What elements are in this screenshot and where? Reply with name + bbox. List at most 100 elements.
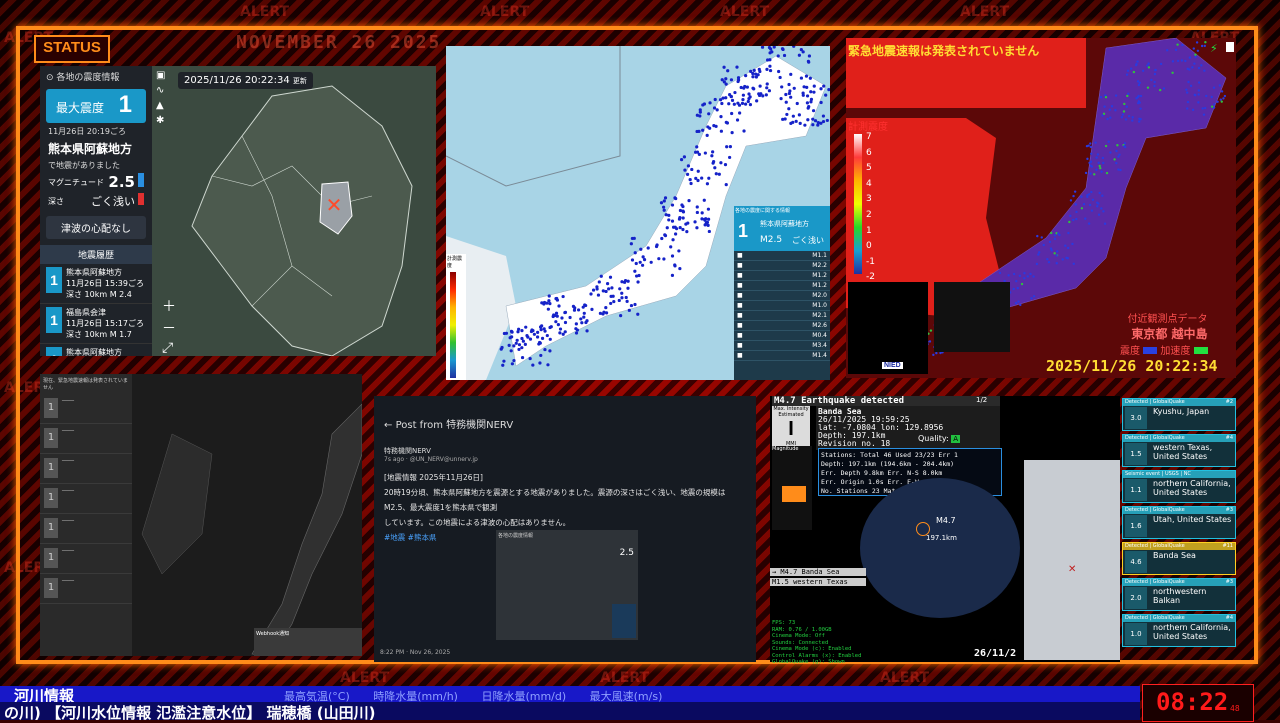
station-dot [531,363,535,367]
kyushu-map[interactable]: ✕ [152,66,436,356]
event-card[interactable]: Detected | GlobalQuake #4 1.5 western Texas… [1122,434,1236,467]
kmoni-dot [1120,116,1124,119]
station-dot [582,315,586,319]
layers-icon[interactable]: ▣ [156,70,170,81]
eew-status: 緊急地震速報は発表されていません [848,44,1040,58]
dark-list-item[interactable]: 1 ──── [40,574,132,604]
dark-list-item[interactable]: 1 ──── [40,544,132,574]
kmoni-dot [1102,210,1105,213]
post-inset [612,604,636,638]
gear-icon[interactable]: ✱ [156,115,170,126]
event-source: Detected | GlobalQuake [1125,579,1185,585]
kmoni-dot [1125,105,1128,108]
dark-list-item[interactable]: 1 ──── [40,484,132,514]
station-dot [736,76,741,80]
zoom-in-button[interactable]: ＋ [162,296,176,316]
station-dot [520,328,524,333]
station-dot [688,177,692,182]
gq-globe[interactable]: M4.7 197.1km [860,478,1020,618]
station-dot [590,307,594,311]
event-place: northwestern Balkan [1153,587,1207,605]
station-dot [787,82,791,87]
kmoni-dot [1203,69,1206,72]
post-header: ← Post from 特務機関NERV [384,420,514,431]
warning-icon[interactable]: ▲ [156,100,170,111]
station-dot [777,69,781,74]
station-dot [732,102,736,106]
station-dot [520,336,524,341]
webhook-toast[interactable]: Webhook通知 [254,628,362,656]
gq-list-item[interactable]: → M4.7 Banda Sea [770,568,866,576]
alert-text: ALERT [600,670,650,686]
kmoni-dot [1029,272,1032,276]
station-dot [502,359,506,363]
history-item[interactable]: 1 熊本県阿蘇地方 11月26日 15:39ごろ 深さ 10km M 2.4 [40,264,152,304]
kmoni-dot [1095,156,1098,159]
back-arrow-icon[interactable]: ← [384,420,392,431]
dark-list-item[interactable]: 1 ──── [40,454,132,484]
event-card-header: Detected | GlobalQuake #11 [1123,543,1235,550]
station-dot [785,112,789,117]
event-source: Detected | GlobalQuake [1125,507,1185,513]
wave-icon[interactable]: ∿ [156,85,170,96]
kmoni-dot [1053,237,1057,241]
marker-icon: ✕ [1068,564,1077,575]
station-dot [725,145,729,149]
history-item[interactable]: 1 熊本県阿蘇地方11月26日 13:41ごろ深さ ごく浅い M 2.4 [40,344,152,356]
event-card[interactable]: Seismic event | USGS | NC 1.1 northern Cal… [1122,470,1236,503]
station-dot [696,178,700,183]
event-card[interactable]: Detected | GlobalQuake #11 4.6 Banda Sea [1122,542,1236,575]
station-dot [821,114,826,118]
kmoni-dot [1139,94,1143,98]
kmoni-dot [1012,287,1015,291]
station-dot [711,161,715,165]
event-card[interactable]: Detected | GlobalQuake #3 1.6 Utah, United … [1122,506,1236,539]
history-item[interactable]: 1 福島県会津 11月26日 15:17ごろ 深さ 10km M 1.7 [40,304,152,344]
card-row-badge: ■ [737,322,743,329]
kmoni-dot [1115,149,1118,153]
gq-list-item[interactable]: M1.5 western Texas [770,578,866,586]
kmoni-dot [1116,144,1119,147]
kmoni-dot [1123,145,1127,149]
fullscreen-icon[interactable]: ⤢ [162,340,176,356]
tsunami-button[interactable]: 津波の心配なし [46,216,146,239]
event-card[interactable]: Detected | GlobalQuake #2 3.0 Kyushu, Japan [1122,398,1236,431]
station-dot [558,327,563,331]
kmoni-dot [1146,86,1150,89]
dark-item-intensity: 1 [44,548,58,568]
kmoni-dot [1089,160,1093,163]
dark-list-item[interactable]: 1 ──── [40,424,132,454]
dark-map [141,403,362,656]
history-mag: M 2.4 [109,290,132,299]
kmoni-dot [1192,47,1195,50]
kmoni-dot [1084,217,1087,220]
station-dot [695,226,699,230]
kmoni-dot [1126,69,1130,73]
station-dot [730,98,735,102]
station-dot [749,69,753,73]
dark-item-text: ──── [62,458,75,464]
kmoni-dot [932,353,935,357]
station-dot [696,169,700,173]
station-dot [641,255,645,259]
scale-tick: 0 [866,241,872,252]
event-card[interactable]: Detected | GlobalQuake #4 1.0 northern Cali… [1122,614,1236,647]
station-dot [806,106,810,110]
post-image[interactable]: 各地の震度情報 2.5 [496,530,638,640]
kyushu-map-svg: ✕ [191,85,413,356]
dark-list-item[interactable]: 1 ──── [40,394,132,424]
station-dot [706,207,711,211]
station-dot [746,99,750,104]
station-dot [784,100,788,104]
panel-event-feed: Detected | GlobalQuake #2 3.0 Kyushu, Japan… [1122,398,1236,662]
event-card[interactable]: Detected | GlobalQuake #3 2.0 northwestern … [1122,578,1236,611]
dark-list-item[interactable]: 1 ──── [40,514,132,544]
station-dot [521,339,525,343]
station-dot [807,60,811,64]
kmoni-dot [1138,117,1141,120]
dark-item-text: ──── [62,518,75,524]
station-dot [683,168,687,172]
station-dot [795,101,799,106]
station-dot [670,219,675,223]
zoom-out-button[interactable]: － [162,318,176,338]
